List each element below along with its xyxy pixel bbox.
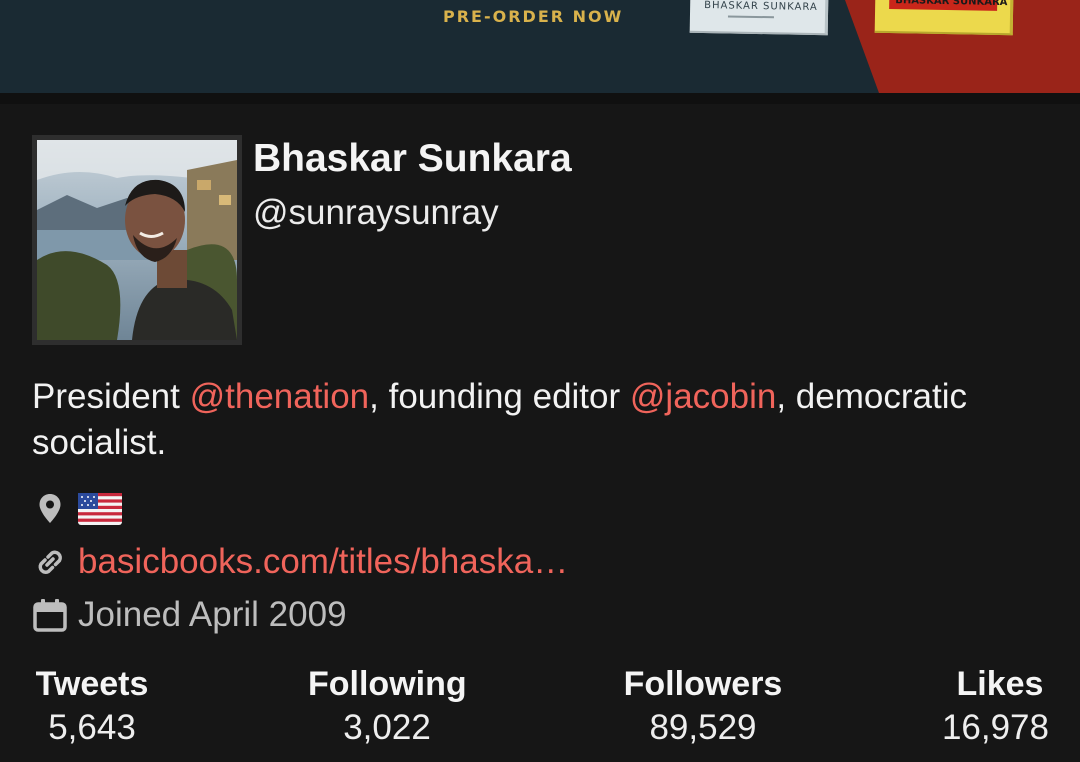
website-link[interactable]: basicbooks.com/titles/bhaska… xyxy=(78,542,568,582)
bio-mention-thenation[interactable]: @thenation xyxy=(190,377,370,416)
location-pin-icon xyxy=(32,491,68,527)
profile-location xyxy=(32,487,122,531)
stat-label: Tweets xyxy=(35,665,149,703)
link-icon xyxy=(32,544,68,580)
stat-label: Followers xyxy=(623,665,783,703)
stat-value: 5,643 xyxy=(48,708,136,747)
stat-following[interactable]: Following 3,022 xyxy=(308,665,467,748)
calendar-icon xyxy=(32,597,68,633)
profile-joined: Joined April 2009 xyxy=(32,593,347,637)
profile-banner[interactable]: PRE-ORDER NOW BHASKAR SUNKARA BHASKAR SU… xyxy=(0,0,1080,93)
display-name: Bhaskar Sunkara xyxy=(253,137,572,180)
stat-value: 3,022 xyxy=(343,708,431,747)
bio-text: , founding editor xyxy=(369,377,630,416)
banner-book-author: BHASKAR SUNKARA xyxy=(704,0,818,14)
stat-likes[interactable]: Likes 16,978 xyxy=(937,665,1049,748)
profile-website: basicbooks.com/titles/bhaska… xyxy=(32,540,568,584)
bio-text: President xyxy=(32,377,190,416)
user-handle: @sunraysunray xyxy=(253,193,499,232)
stat-tweets[interactable]: Tweets 5,643 xyxy=(32,665,152,748)
stat-value: 16,978 xyxy=(941,708,1049,747)
stat-followers[interactable]: Followers 89,529 xyxy=(623,665,783,748)
banner-preorder-text: PRE-ORDER NOW xyxy=(443,7,624,26)
banner-book-cover: BHASKAR SUNKARA xyxy=(689,0,829,36)
avatar[interactable] xyxy=(32,135,242,345)
banner-divider xyxy=(0,93,1080,104)
stat-value: 89,529 xyxy=(649,708,757,747)
joined-date: Joined April 2009 xyxy=(78,595,347,634)
stat-label: Following xyxy=(308,665,467,703)
us-flag-icon xyxy=(78,493,122,525)
stat-label: Likes xyxy=(956,665,1044,703)
avatar-photo xyxy=(37,140,237,340)
bio-mention-jacobin[interactable]: @jacobin xyxy=(630,377,776,416)
banner-book-cover-yellow: BHASKAR SUNKARA xyxy=(874,0,1014,36)
banner-book-subtitle-line xyxy=(727,15,774,19)
profile-bio: President @thenation, founding editor @j… xyxy=(32,374,1052,466)
